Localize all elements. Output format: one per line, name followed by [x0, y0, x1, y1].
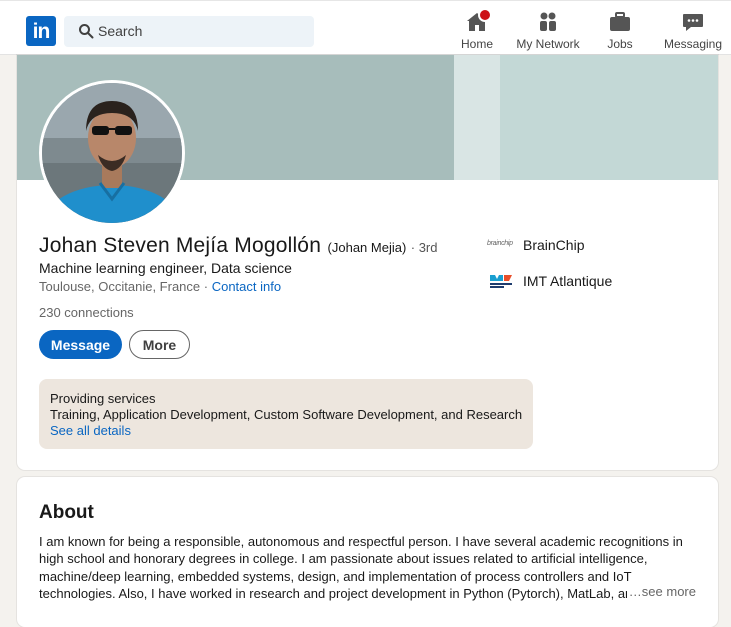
imt-atlantique-logo	[489, 273, 513, 290]
briefcase-icon	[608, 11, 632, 33]
profile-headline: Machine learning engineer, Data science	[39, 260, 292, 276]
people-icon	[536, 11, 560, 33]
location-row: Toulouse, Occitanie, France · Contact in…	[39, 279, 281, 294]
profile-location: Toulouse, Occitanie, France	[39, 279, 201, 294]
search-icon	[79, 24, 94, 39]
profile-alias: (Johan Mejia)	[327, 240, 407, 255]
about-section: About I am known for being a responsible…	[17, 477, 718, 627]
profile-photo[interactable]	[39, 80, 185, 226]
services-description: Training, Application Development, Custo…	[50, 407, 523, 422]
contact-info-link[interactable]: Contact info	[212, 279, 281, 294]
see-all-details-link[interactable]: See all details	[50, 423, 131, 438]
about-title: About	[39, 502, 94, 523]
nav-jobs-label: Jobs	[607, 37, 633, 51]
about-text: I am known for being a responsible, auto…	[39, 534, 683, 601]
top-nav: in Home My Network	[0, 0, 731, 55]
name-row: Johan Steven Mejía Mogollón (Johan Mejia…	[39, 234, 437, 258]
location-separator: ·	[200, 279, 212, 294]
org-imt-atlantique-label: IMT Atlantique	[523, 273, 613, 289]
chat-icon	[681, 11, 705, 33]
nav-my-network-label: My Network	[516, 37, 580, 51]
search-box[interactable]	[64, 16, 314, 47]
nav-jobs[interactable]: Jobs	[604, 11, 636, 53]
nav-messaging[interactable]: Messaging	[660, 11, 726, 53]
message-button[interactable]: Message	[39, 330, 122, 359]
org-brainchip-label: BrainChip	[523, 237, 585, 253]
brainchip-logo: brainchip	[487, 240, 513, 247]
nav-home-label: Home	[460, 37, 493, 51]
more-button[interactable]: More	[129, 330, 190, 359]
home-icon	[465, 8, 492, 33]
search-input[interactable]	[98, 20, 298, 42]
see-more-link[interactable]: …see more	[626, 584, 696, 599]
services-box: Providing services Training, Application…	[39, 379, 533, 449]
linkedin-logo[interactable]: in	[26, 16, 56, 46]
nav-home[interactable]: Home	[458, 8, 496, 53]
connection-degree: · 3rd	[410, 240, 438, 255]
notification-badge	[478, 8, 492, 22]
services-title: Providing services	[50, 391, 156, 406]
connections-count: 230 connections	[39, 305, 134, 320]
nav-my-network[interactable]: My Network	[514, 11, 582, 53]
nav-messaging-label: Messaging	[663, 37, 723, 51]
profile-card: Johan Steven Mejía Mogollón (Johan Mejia…	[17, 55, 718, 470]
profile-name: Johan Steven Mejía Mogollón	[39, 234, 322, 257]
